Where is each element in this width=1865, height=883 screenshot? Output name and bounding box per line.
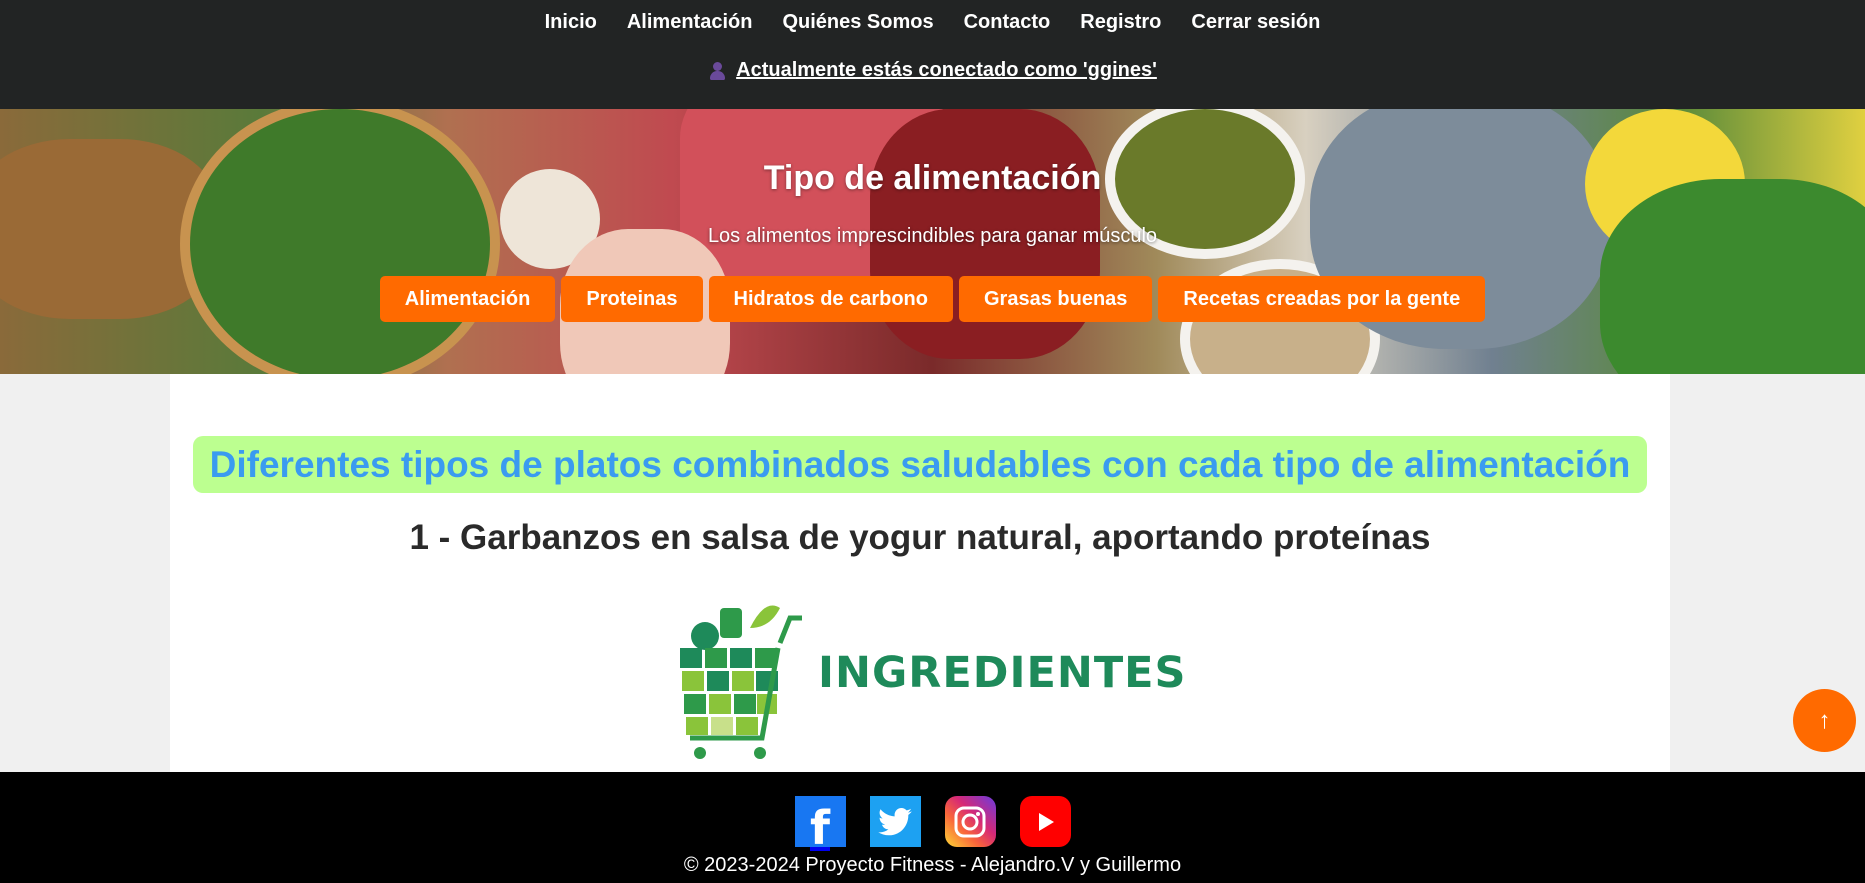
section-banner: Diferentes tipos de platos combinados sa… (193, 436, 1647, 493)
category-button-hidratos[interactable]: Hidratos de carbono (708, 276, 953, 322)
ingredients-logo-text: INGREDIENTES (818, 648, 1187, 698)
top-navbar: Inicio Alimentación Quiénes Somos Contac… (0, 0, 1865, 109)
dish-title: 1 - Garbanzos en salsa de yogur natural,… (409, 518, 1431, 557)
hero-title: Tipo de alimentación (763, 159, 1102, 197)
category-button-recetas[interactable]: Recetas creadas por la gente (1158, 276, 1486, 322)
arrow-up-icon: ↑ (1818, 706, 1831, 734)
twitter-icon[interactable] (869, 796, 921, 847)
facebook-icon[interactable]: f (794, 796, 846, 855)
category-button-alimentacion[interactable]: Alimentación (379, 276, 556, 322)
ingredients-logo: INGREDIENTES (670, 588, 1186, 768)
scroll-to-top-button[interactable]: ↑ (1793, 689, 1856, 752)
hero-banner: Tipo de alimentación Los alimentos impre… (0, 109, 1865, 374)
nav-link-inicio[interactable]: Inicio (530, 10, 612, 34)
main-nav: Inicio Alimentación Quiénes Somos Contac… (0, 10, 1865, 34)
nav-link-registro[interactable]: Registro (1065, 10, 1176, 34)
category-button-proteinas[interactable]: Proteinas (561, 276, 703, 322)
main-content: Diferentes tipos de platos combinados sa… (170, 374, 1670, 772)
category-button-grasas[interactable]: Grasas buenas (959, 276, 1153, 322)
hero-category-buttons: Alimentación Proteinas Hidratos de carbo… (0, 276, 1865, 322)
instagram-icon[interactable] (944, 796, 996, 847)
nav-link-alimentacion[interactable]: Alimentación (612, 10, 768, 34)
nav-link-contacto[interactable]: Contacto (949, 10, 1066, 34)
user-status-link[interactable]: Actualmente estás conectado como 'ggines… (736, 59, 1157, 82)
shopping-cart-icon (680, 605, 802, 759)
youtube-icon[interactable] (1019, 796, 1071, 847)
user-status: Actualmente estás conectado como 'ggines… (0, 59, 1865, 82)
user-icon (708, 61, 726, 81)
section-banner-title: Diferentes tipos de platos combinados sa… (209, 444, 1631, 485)
hero-subtitle: Los alimentos imprescindibles para ganar… (707, 225, 1158, 247)
nav-link-cerrar-sesion[interactable]: Cerrar sesión (1176, 10, 1335, 34)
social-links: f (0, 796, 1865, 855)
nav-link-quienes-somos[interactable]: Quiénes Somos (767, 10, 948, 34)
copyright-text: © 2023-2024 Proyecto Fitness - Alejandro… (683, 854, 1182, 876)
footer: f © 2023-2024 Proyecto Fitness - Alejand… (0, 772, 1865, 883)
